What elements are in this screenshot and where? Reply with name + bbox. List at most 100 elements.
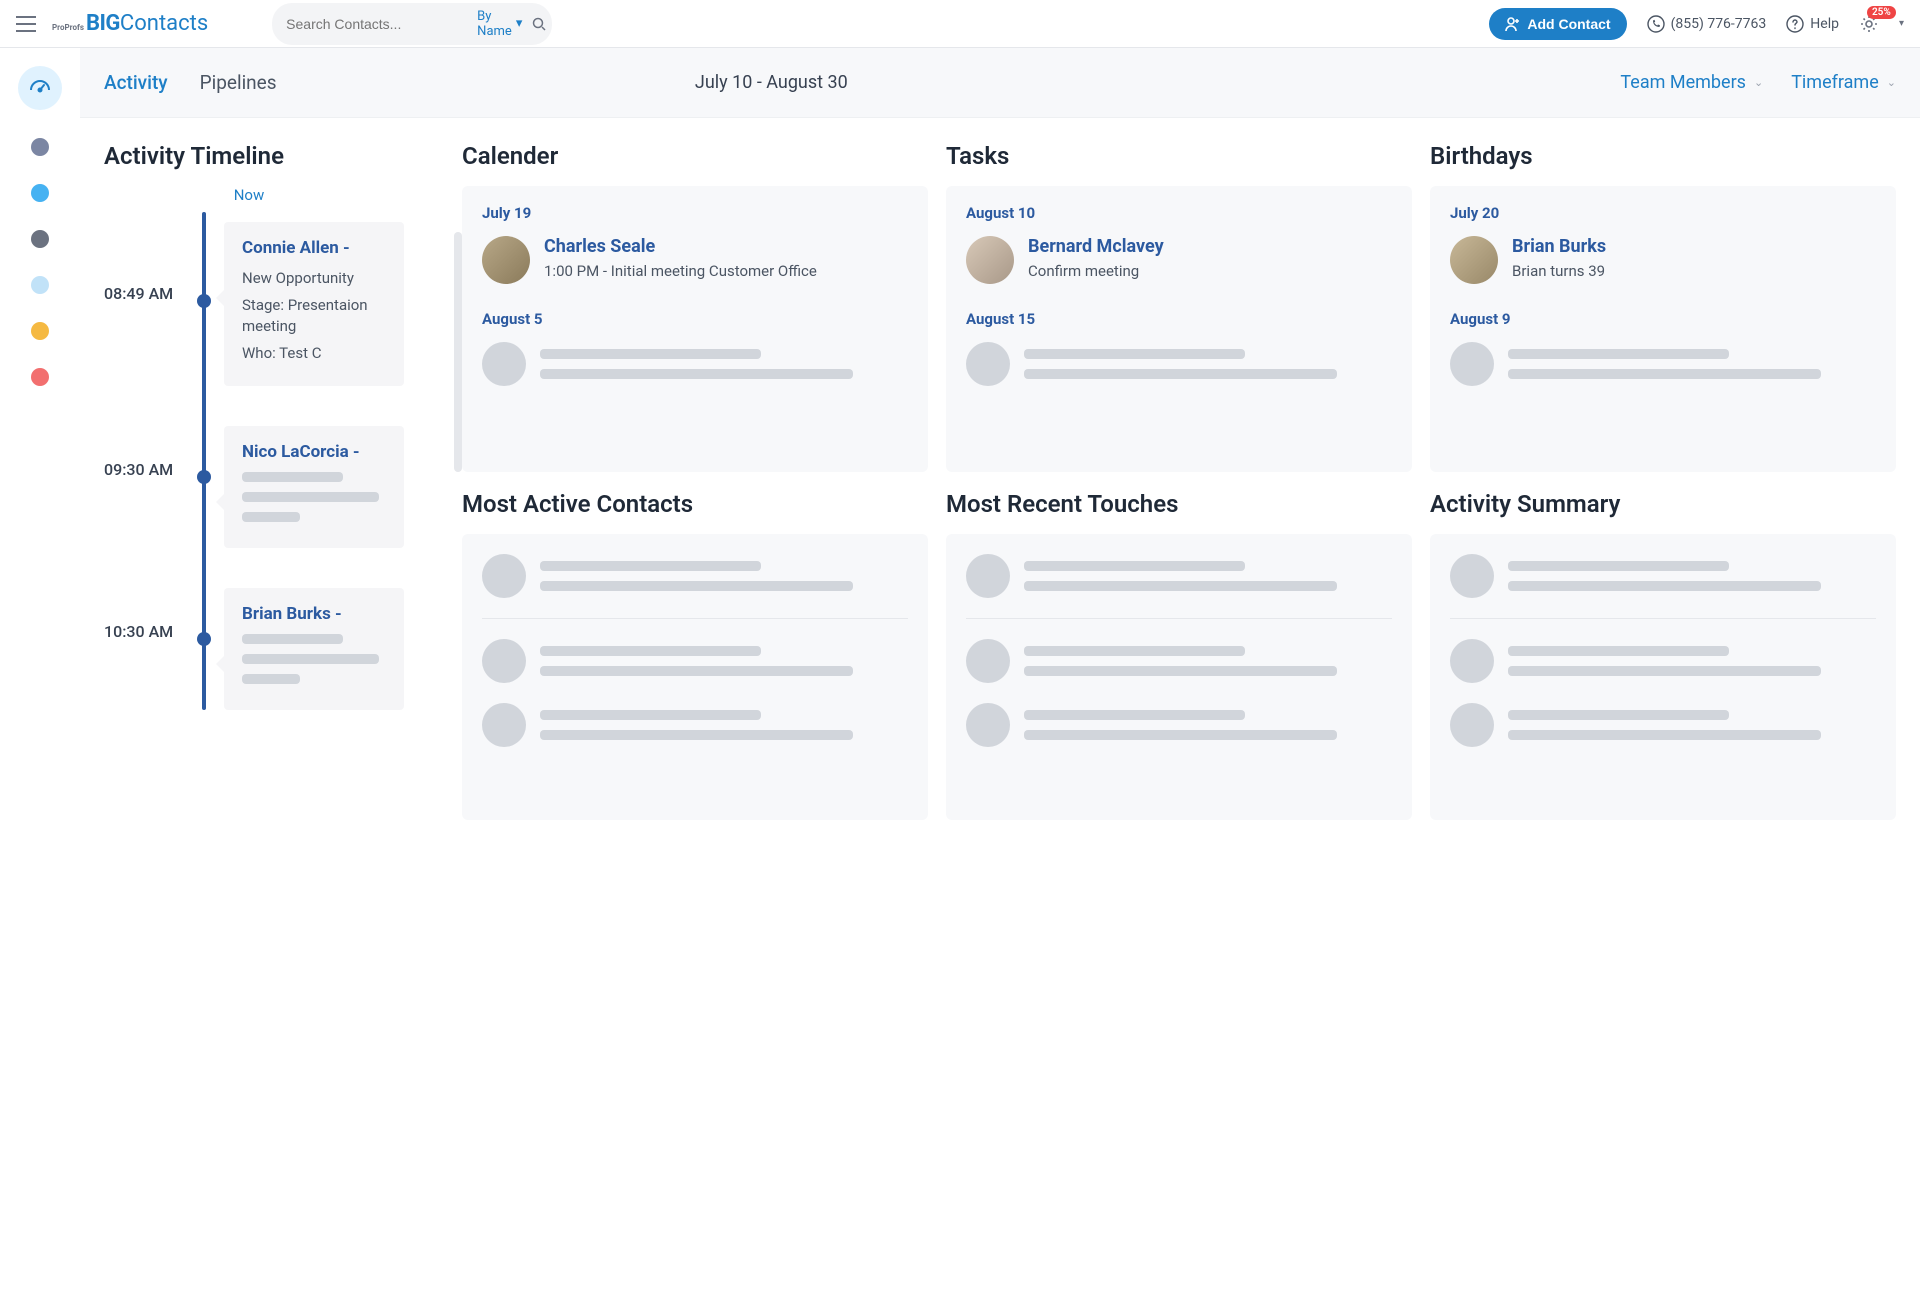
skeleton-line — [1024, 349, 1245, 359]
mac-title: Most Active Contacts — [462, 490, 928, 518]
calendar-section: Calender July 19 Charles Seale 1:00 PM -… — [462, 142, 928, 472]
timeline-dot — [197, 294, 211, 308]
add-user-icon — [1505, 16, 1521, 32]
timeline-item: 09:30 AM Nico LaCorcia - — [104, 426, 444, 548]
logo[interactable]: ProProfs BIG Contacts — [52, 11, 208, 36]
timeline-title: Activity Timeline — [104, 142, 444, 170]
search-wrap[interactable]: By Name ▾ — [272, 3, 552, 45]
calendar-date-1: July 19 — [482, 204, 908, 222]
skeleton-line — [1024, 666, 1337, 676]
timeline-name: Nico LaCorcia - — [242, 442, 386, 462]
settings-dropdown[interactable]: 25% ▾ — [1859, 14, 1904, 34]
activity-summary-section: Activity Summary — [1430, 490, 1896, 820]
calendar-title: Calender — [462, 142, 928, 170]
top-header: ProProfs BIG Contacts By Name ▾ Add Cont… — [0, 0, 1920, 48]
birthdays-card: July 20 Brian Burks Brian turns 39 Augus… — [1430, 186, 1896, 472]
calendar-date-2: August 5 — [482, 310, 908, 328]
skeleton-row — [1450, 554, 1876, 598]
search-input[interactable] — [286, 16, 467, 32]
person-name: Bernard Mclavey — [1028, 236, 1164, 257]
timeline-card[interactable]: Connie Allen - New Opportunity Stage: Pr… — [224, 222, 404, 386]
chevron-down-icon: ⌄ — [1887, 76, 1896, 89]
skeleton-line — [242, 674, 300, 684]
skeleton-row — [482, 342, 908, 386]
team-members-dropdown[interactable]: Team Members ⌄ — [1620, 72, 1763, 93]
add-contact-button[interactable]: Add Contact — [1489, 8, 1626, 40]
skeleton-lines — [1024, 646, 1392, 676]
person-sub: Confirm meeting — [1028, 261, 1164, 282]
timeline-card[interactable]: Brian Burks - — [224, 588, 404, 710]
skeleton-line — [540, 369, 853, 379]
search-icon[interactable] — [532, 17, 546, 31]
birthdays-person-row[interactable]: Brian Burks Brian turns 39 — [1450, 236, 1876, 284]
tab-pipelines[interactable]: Pipelines — [200, 71, 277, 94]
logo-big: BIG — [86, 11, 120, 36]
timeline-wrap: 08:49 AM Connie Allen - New Opportunity … — [104, 212, 444, 710]
avatar — [1450, 236, 1498, 284]
search-by-dropdown[interactable]: By Name ▾ — [477, 9, 522, 39]
skeleton-line — [242, 634, 343, 644]
skeleton-line — [1508, 646, 1729, 656]
tasks-card: August 10 Bernard Mclavey Confirm meetin… — [946, 186, 1412, 472]
calendar-card: July 19 Charles Seale 1:00 PM - Initial … — [462, 186, 928, 472]
phone-display: (855) 776-7763 — [1647, 15, 1767, 33]
logo-sub: ProProfs — [52, 23, 84, 32]
filter-dropdowns: Team Members ⌄ Timeframe ⌄ — [1620, 72, 1896, 93]
chevron-down-icon: ▾ — [516, 16, 523, 31]
tab-activity[interactable]: Activity — [104, 71, 168, 94]
asm-title: Activity Summary — [1430, 490, 1896, 518]
skeleton-avatar — [966, 639, 1010, 683]
skeleton-row — [966, 703, 1392, 747]
timeline-item: 08:49 AM Connie Allen - New Opportunity … — [104, 222, 444, 386]
skeleton-line — [1024, 581, 1337, 591]
tasks-title: Tasks — [946, 142, 1412, 170]
sidebar-dot-3[interactable] — [31, 276, 49, 294]
main-area: Activity Pipelines July 10 - August 30 T… — [80, 48, 1920, 844]
by-name-label: By Name — [477, 9, 512, 39]
asm-card — [1430, 534, 1896, 820]
skeleton-row — [482, 554, 908, 598]
sidebar-dashboard-icon[interactable] — [18, 66, 62, 110]
skeleton-avatar — [482, 639, 526, 683]
calendar-person-row[interactable]: Charles Seale 1:00 PM - Initial meeting … — [482, 236, 908, 284]
skeleton-lines — [1508, 349, 1876, 379]
mrt-title: Most Recent Touches — [946, 490, 1412, 518]
menu-icon[interactable] — [16, 16, 36, 32]
skeleton-lines — [540, 349, 908, 379]
birthdays-date-2: August 9 — [1450, 310, 1876, 328]
logo-contacts: Contacts — [120, 11, 208, 36]
sidebar-dot-1[interactable] — [31, 184, 49, 202]
tasks-person-row[interactable]: Bernard Mclavey Confirm meeting — [966, 236, 1392, 284]
skeleton-avatar — [966, 703, 1010, 747]
timeline-detail: Who: Test C — [242, 343, 386, 364]
most-active-contacts-section: Most Active Contacts — [462, 490, 928, 820]
sidebar-dot-2[interactable] — [31, 230, 49, 248]
sidebar-dot-5[interactable] — [31, 368, 49, 386]
sidebar-dot-4[interactable] — [31, 322, 49, 340]
sidebar-dot-0[interactable] — [31, 138, 49, 156]
timeline-card[interactable]: Nico LaCorcia - — [224, 426, 404, 548]
timeline-dot — [197, 632, 211, 646]
team-members-label: Team Members — [1620, 72, 1746, 93]
activity-timeline-column: Activity Timeline Now 08:49 AM Connie Al… — [104, 142, 444, 820]
skeleton-line — [1024, 369, 1337, 379]
timeline-item: 10:30 AM Brian Burks - — [104, 588, 444, 710]
skeleton-avatar — [1450, 703, 1494, 747]
timeframe-dropdown[interactable]: Timeframe ⌄ — [1791, 72, 1896, 93]
skeleton-row — [482, 639, 908, 683]
help-link[interactable]: Help — [1786, 15, 1839, 33]
skeleton-line — [1024, 561, 1245, 571]
scrollbar[interactable] — [454, 232, 462, 472]
settings-badge: 25% — [1867, 6, 1896, 19]
phone-icon — [1647, 15, 1665, 33]
skeleton-avatar — [482, 342, 526, 386]
left-sidebar — [0, 48, 80, 386]
skeleton-line — [242, 472, 343, 482]
person-name: Brian Burks — [1512, 236, 1606, 257]
skeleton-line — [540, 646, 761, 656]
timeline-time: 08:49 AM — [104, 222, 184, 303]
timeline-name: Brian Burks - — [242, 604, 386, 624]
now-label: Now — [54, 186, 444, 204]
skeleton-lines — [1508, 710, 1876, 740]
tasks-date-2: August 15 — [966, 310, 1392, 328]
